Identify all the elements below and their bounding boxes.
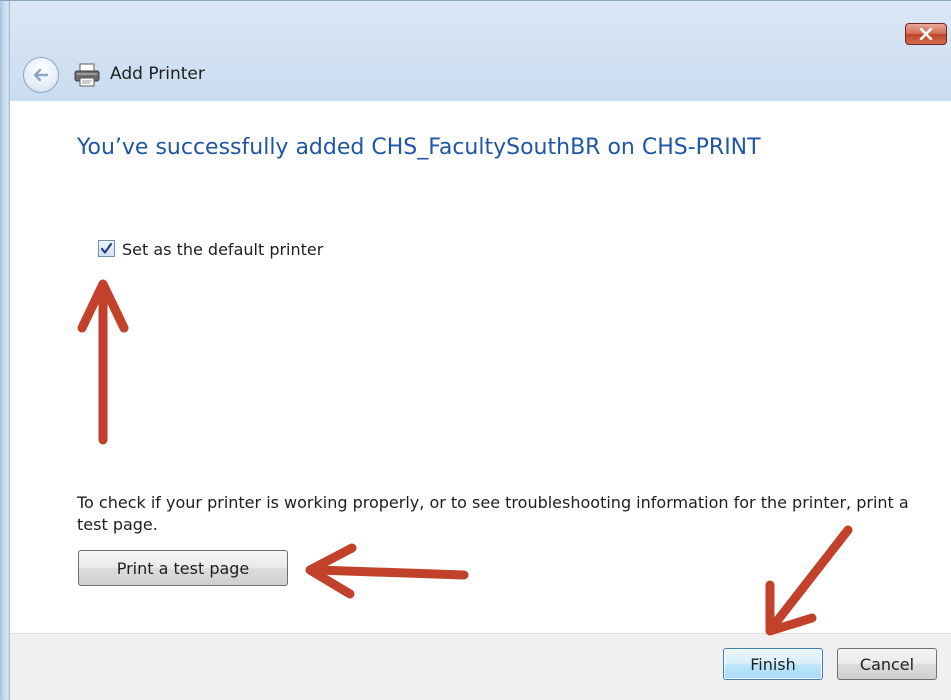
title-bar xyxy=(10,1,951,101)
cancel-button[interactable]: Cancel xyxy=(837,648,937,680)
back-button[interactable] xyxy=(23,57,59,93)
test-page-info-text: To check if your printer is working prop… xyxy=(77,493,909,534)
checkmark-icon xyxy=(100,242,113,254)
window-title: Add Printer xyxy=(110,64,205,84)
success-heading: You’ve successfully added CHS_FacultySou… xyxy=(77,135,761,160)
window-frame-left xyxy=(0,0,10,700)
back-arrow-icon xyxy=(33,68,49,82)
print-test-page-button[interactable]: Print a test page xyxy=(78,550,288,586)
default-printer-label[interactable]: Set as the default printer xyxy=(122,240,323,259)
printer-icon xyxy=(74,63,100,87)
finish-button[interactable]: Finish xyxy=(723,648,823,680)
close-icon xyxy=(919,28,933,40)
default-printer-checkbox[interactable] xyxy=(98,240,115,257)
close-button[interactable] xyxy=(905,23,947,45)
